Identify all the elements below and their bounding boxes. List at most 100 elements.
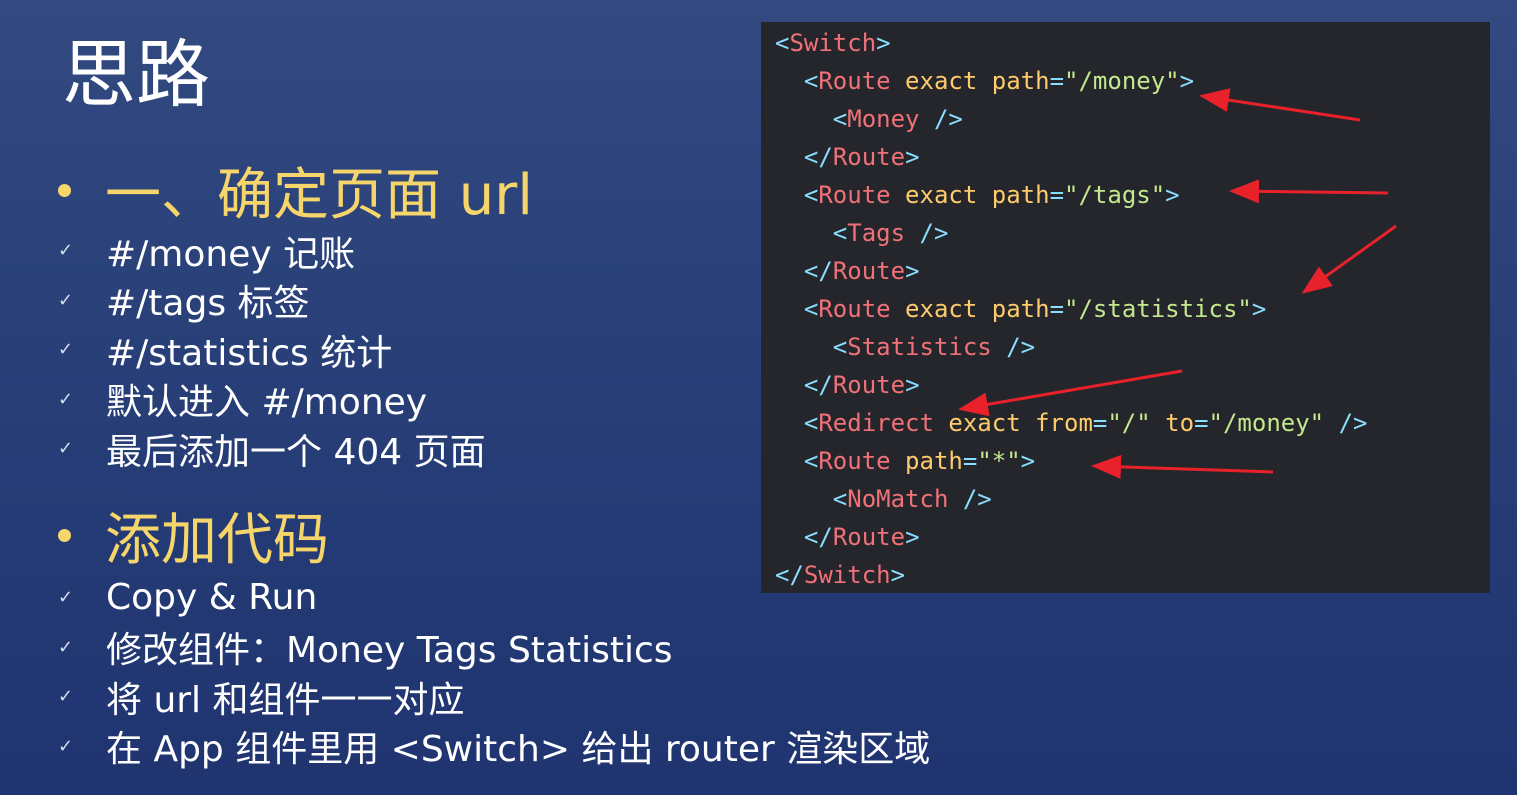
code-token: "/tags" (1064, 181, 1166, 209)
code-token: "*" (977, 447, 1021, 475)
code-token: Route (832, 257, 906, 285)
list-item-text: 在 App 组件里用 <Switch> 给出 router 渲染区域 (106, 729, 931, 771)
list-item-text: 修改组件：Money Tags Statistics (106, 630, 673, 672)
code-token: < (832, 485, 848, 513)
checkmark-icon: ✓ (58, 388, 74, 410)
code-token: </ (775, 561, 804, 589)
code-token: "/money" (1208, 409, 1325, 437)
code-token: < (803, 181, 819, 209)
code-checklist: ✓ Copy & Run ✓ 修改组件：Money Tags Statistic… (58, 573, 930, 771)
code-line: <Money /> (775, 100, 1367, 138)
code-line: <Route exact path="/tags"> (775, 176, 1367, 214)
code-token: Money (847, 105, 920, 133)
code-token: Switch (789, 29, 877, 57)
code-token: > (1179, 67, 1195, 95)
list-item-text: Copy & Run (106, 577, 318, 619)
list-item: ✓ 修改组件：Money Tags Statistics (58, 623, 930, 673)
list-item: ✓ 默认进入 #/money (58, 375, 486, 425)
checkmark-icon: ✓ (58, 339, 74, 361)
code-token: Route (818, 447, 891, 475)
code-token: Route (818, 67, 891, 95)
checkmark-icon: ✓ (58, 438, 74, 460)
code-line: <Tags /> (775, 214, 1367, 252)
code-line: <NoMatch /> (775, 480, 1367, 518)
code-token: /> (1324, 409, 1368, 437)
code-line: </Route> (775, 518, 1367, 556)
code-token: < (832, 105, 848, 133)
code-token: = (1194, 409, 1209, 437)
code-token: NoMatch (847, 485, 949, 513)
section-heading-add-code: 添加代码 (58, 505, 329, 573)
section-heading-text: 一、确定页面 url (105, 162, 533, 228)
code-token: exact from (933, 409, 1093, 437)
code-token: </ (803, 371, 833, 399)
code-token: = (962, 447, 978, 475)
code-token: </ (803, 257, 833, 285)
code-line: <Statistics /> (775, 328, 1367, 366)
code-panel: <Switch> <Route exact path="/money"> <Mo… (761, 22, 1490, 593)
code-token: < (803, 409, 819, 437)
list-item: ✓ 最后添加一个 404 页面 (58, 424, 486, 474)
code-token: to (1150, 409, 1195, 437)
checkmark-icon: ✓ (58, 240, 74, 262)
code-token: </ (803, 523, 833, 551)
code-token: > (905, 371, 920, 399)
code-line: <Redirect exact from="/" to="/money" /> (775, 404, 1368, 442)
code-token: "/money" (1064, 67, 1180, 95)
code-token: > (1020, 447, 1036, 475)
code-token: Switch (803, 561, 891, 589)
code-line: <Switch> (775, 24, 1367, 62)
code-token: /> (948, 485, 992, 513)
code-token: > (905, 523, 920, 551)
code-token: /> (905, 219, 949, 247)
code-token: < (803, 295, 819, 323)
code-line: <Route path="*"> (775, 442, 1367, 480)
code-token: > (905, 257, 920, 285)
list-item: ✓ 在 App 组件里用 <Switch> 给出 router 渲染区域 (58, 722, 930, 772)
code-token: "/statistics" (1064, 295, 1252, 323)
code-token: Route (832, 523, 906, 551)
code-token: exact path (890, 67, 1050, 95)
code-token: > (890, 561, 906, 589)
code-token: Route (818, 295, 891, 323)
code-line: <Route exact path="/money"> (775, 62, 1367, 100)
code-token: < (832, 333, 848, 361)
list-item: ✓ #/statistics 统计 (58, 325, 486, 375)
code-line: </Route> (775, 138, 1367, 176)
list-item-text: #/tags 标签 (106, 283, 310, 325)
checkmark-icon: ✓ (58, 289, 74, 311)
code-token: </ (803, 143, 833, 171)
checkmark-icon: ✓ (58, 587, 74, 609)
code-line: </Route> (775, 366, 1367, 404)
list-item-text: 将 url 和组件一一对应 (106, 679, 465, 721)
code-token: = (1049, 181, 1065, 209)
code-token: < (803, 447, 819, 475)
code-token: = (1049, 67, 1065, 95)
code-token: path (890, 447, 963, 475)
code-token: "/" (1107, 409, 1151, 437)
list-item-text: #/statistics 统计 (106, 332, 393, 374)
list-item-text: 默认进入 #/money (106, 382, 428, 424)
slide-title: 思路 (62, 32, 210, 118)
checkmark-icon: ✓ (58, 636, 74, 658)
code-token: Route (832, 371, 906, 399)
section-heading-text: 添加代码 (105, 507, 329, 573)
code-token: > (1165, 181, 1180, 209)
code-token: < (775, 29, 790, 57)
section-heading-url: 一、确定页面 url (58, 160, 533, 228)
code-line: </Switch> (775, 556, 1367, 594)
code-token: exact path (890, 181, 1050, 209)
checkmark-icon: ✓ (58, 735, 74, 757)
code-token: = (1049, 295, 1065, 323)
url-checklist: ✓ #/money 记账 ✓ #/tags 标签 ✓ #/statistics … (58, 226, 486, 474)
code-token: /> (919, 105, 963, 133)
